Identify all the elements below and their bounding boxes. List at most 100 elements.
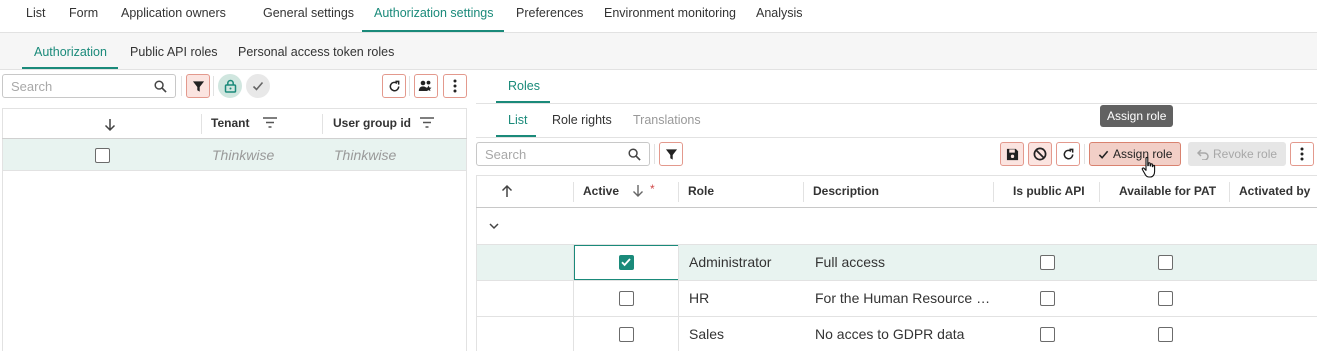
roles-refresh-button[interactable] (1056, 142, 1080, 166)
is-public-api-checkbox[interactable] (1040, 255, 1055, 270)
divider (476, 207, 1317, 208)
roles-search-field[interactable] (476, 142, 650, 166)
column-header-available-for-pat[interactable]: Available for PAT (1119, 184, 1216, 198)
sub-tab-authorization[interactable]: Authorization (34, 45, 107, 59)
active-checkbox[interactable] (619, 291, 634, 306)
cell-role: Administrator (689, 254, 772, 270)
hand-cursor-icon (1141, 156, 1156, 178)
column-header-description[interactable]: Description (813, 184, 879, 198)
available-for-pat-checkbox[interactable] (1158, 291, 1173, 306)
roles-filter-button[interactable] (659, 142, 683, 166)
cell-tenant: Thinkwise (212, 147, 275, 163)
filter-icon (192, 80, 204, 92)
divider (1229, 182, 1230, 202)
divider (476, 103, 1317, 104)
filter-button[interactable] (186, 74, 210, 98)
required-marker: * (650, 182, 655, 196)
user-groups-button[interactable] (414, 74, 438, 98)
top-tab-environment-monitoring[interactable]: Environment monitoring (604, 6, 736, 20)
row-checkbox[interactable] (95, 148, 110, 163)
table-row[interactable]: HR For the Human Resource … (477, 281, 1317, 316)
divider (573, 182, 574, 202)
divider (678, 245, 679, 351)
user-group-icon (418, 80, 432, 92)
divider (409, 76, 410, 96)
cancel-icon (1033, 147, 1047, 161)
more-options-button[interactable] (443, 74, 467, 98)
tooltip: Assign role (1100, 105, 1174, 127)
divider (181, 76, 182, 96)
column-header-activated-by[interactable]: Activated by (1239, 184, 1310, 198)
divider (573, 245, 574, 351)
cell-description: Full access (815, 254, 886, 270)
divider (213, 76, 214, 96)
sort-descending-icon[interactable] (104, 118, 116, 132)
sub-nav: Authorization Public API roles Personal … (0, 33, 1317, 69)
active-checkbox[interactable] (619, 255, 634, 270)
more-vertical-icon (1300, 147, 1304, 161)
cancel-button[interactable] (1028, 142, 1052, 166)
column-header-user-group-id[interactable]: User group id (333, 116, 411, 130)
right-panel: Roles List Role rights Translations Assi… (476, 70, 1317, 351)
tab-translations[interactable]: Translations (633, 113, 701, 127)
tab-list[interactable]: List (508, 113, 527, 127)
divider (803, 182, 804, 202)
is-public-api-checkbox[interactable] (1040, 327, 1055, 342)
available-for-pat-checkbox[interactable] (1158, 327, 1173, 342)
cell-user-group-id: Thinkwise (334, 147, 397, 163)
roles-more-options-button[interactable] (1290, 142, 1314, 166)
confirm-button[interactable] (246, 74, 270, 98)
column-header-role[interactable]: Role (688, 184, 714, 198)
revoke-role-button[interactable]: Revoke role (1188, 142, 1287, 166)
divider (993, 182, 994, 202)
divider (201, 114, 202, 134)
table-row[interactable]: Sales No acces to GDPR data (477, 317, 1317, 351)
available-for-pat-checkbox[interactable] (1158, 255, 1173, 270)
active-checkbox[interactable] (619, 327, 634, 342)
sub-tab-public-api-roles[interactable]: Public API roles (130, 45, 218, 59)
tab-role-rights[interactable]: Role rights (552, 113, 612, 127)
top-tab-general-settings[interactable]: General settings (263, 6, 354, 20)
column-filter-icon[interactable] (420, 117, 434, 128)
divider (476, 137, 1317, 138)
roles-search-input[interactable] (485, 146, 623, 162)
left-search-field[interactable] (2, 74, 176, 98)
divider (2, 170, 467, 171)
chevron-down-icon[interactable] (489, 223, 499, 230)
sort-descending-icon[interactable] (632, 184, 644, 198)
cell-description: No acces to GDPR data (815, 326, 965, 342)
assign-role-button[interactable]: Assign role (1089, 142, 1182, 166)
table-row[interactable]: Administrator Full access (477, 245, 1317, 280)
refresh-icon (1063, 148, 1073, 159)
cell-description: For the Human Resource … (815, 290, 991, 306)
column-header-tenant[interactable]: Tenant (211, 116, 249, 130)
cell-role: Sales (689, 326, 725, 342)
top-tab-form[interactable]: Form (69, 6, 98, 20)
top-tab-analysis[interactable]: Analysis (756, 6, 803, 20)
search-icon (154, 80, 167, 93)
is-public-api-checkbox[interactable] (1040, 291, 1055, 306)
top-tab-list[interactable]: List (26, 6, 45, 20)
divider (1099, 182, 1100, 202)
table-row[interactable]: Thinkwise Thinkwise (3, 139, 466, 170)
sort-ascending-icon[interactable] (501, 184, 513, 198)
divider (654, 144, 655, 164)
refresh-button[interactable] (382, 74, 406, 98)
save-button[interactable] (1000, 142, 1024, 166)
more-vertical-icon (453, 79, 457, 93)
divider (322, 114, 323, 134)
left-search-input[interactable] (11, 78, 149, 94)
tab-roles[interactable]: Roles (508, 79, 540, 93)
check-icon (621, 258, 631, 267)
lock-button[interactable] (218, 74, 242, 98)
top-tab-authorization-settings[interactable]: Authorization settings (374, 6, 494, 20)
filter-icon (665, 148, 677, 160)
sub-tab-personal-access-token-roles[interactable]: Personal access token roles (238, 45, 394, 59)
refresh-icon (389, 80, 399, 91)
column-header-is-public-api[interactable]: Is public API (1013, 184, 1085, 198)
top-tab-application-owners[interactable]: Application owners (121, 6, 226, 20)
undo-icon (1197, 148, 1209, 160)
column-header-active[interactable]: Active (583, 184, 619, 198)
top-tab-preferences[interactable]: Preferences (516, 6, 583, 20)
column-filter-icon[interactable] (263, 117, 277, 128)
